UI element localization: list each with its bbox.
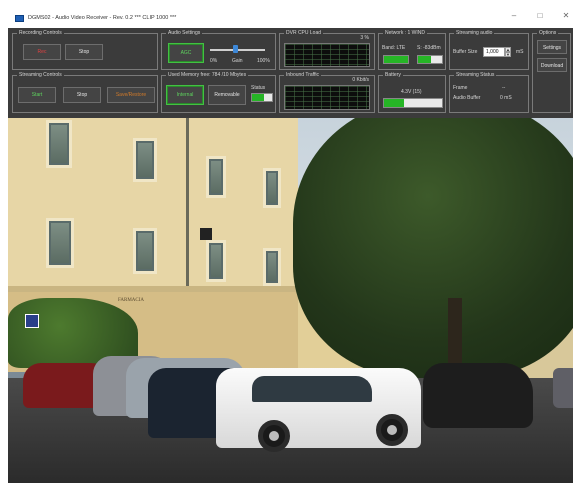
buffer-size-input[interactable]: 1,000 bbox=[483, 47, 505, 57]
audio-buffer-value: 0 mS bbox=[500, 95, 512, 101]
app-icon bbox=[15, 14, 24, 22]
agc-button[interactable]: AGC bbox=[168, 43, 204, 63]
start-streaming-button[interactable]: Start bbox=[18, 87, 56, 103]
streaming-status-group: Streaming Status Frame -- Audio Buffer 0… bbox=[449, 72, 529, 113]
memory-legend: Used Memory free: 784 /10 Mbytes bbox=[166, 72, 249, 79]
street-lamp bbox=[200, 228, 212, 240]
stop-recording-button[interactable]: Stop bbox=[65, 44, 103, 60]
battery-voltage: 4.3V (15) bbox=[401, 89, 422, 95]
video-frame: FARMACIA bbox=[8, 118, 573, 483]
inbound-traffic-group: Inbound Traffic 0 Kbit/s bbox=[279, 72, 375, 113]
network-group: Network : 1 WIND Band: LTE S: -83dBm bbox=[378, 30, 446, 70]
title-bar: DGMS02 - Audio Video Receiver - Rev. 0.2… bbox=[8, 8, 573, 28]
settings-button[interactable]: Settings bbox=[537, 40, 567, 54]
buffer-size-decrement-button[interactable]: ▼ bbox=[505, 52, 511, 57]
download-button[interactable]: Download bbox=[537, 58, 567, 72]
signal-label: S: -83dBm bbox=[417, 45, 441, 51]
streaming-audio-group: Streaming audio Buffer Size 1,000 ▲ ▼ mS bbox=[449, 30, 529, 70]
signal-bar bbox=[417, 55, 443, 64]
cpu-load-legend: DVR CPU Load bbox=[284, 30, 324, 37]
internal-memory-button[interactable]: Internal bbox=[166, 85, 204, 105]
battery-legend: Battery bbox=[383, 72, 403, 79]
save-restore-button[interactable]: Save/Restore bbox=[107, 87, 155, 103]
frame-label: Frame bbox=[453, 85, 468, 91]
band-label: Band: LTE bbox=[382, 45, 406, 51]
inbound-traffic-legend: Inbound Traffic bbox=[284, 72, 321, 79]
rec-button[interactable]: Rec bbox=[23, 44, 61, 60]
cpu-load-group: DVR CPU Load 3 % bbox=[279, 30, 375, 70]
streaming-audio-legend: Streaming audio bbox=[454, 30, 495, 37]
battery-group: Battery 4.3V (15) bbox=[378, 72, 446, 113]
scooter bbox=[423, 363, 533, 428]
buffer-size-unit: mS bbox=[516, 49, 524, 55]
recording-controls-group: Recording Controls Rec Stop bbox=[12, 30, 158, 70]
window-controls: – □ ✕ bbox=[509, 11, 571, 20]
gain-min-label: 0% bbox=[210, 58, 218, 64]
streaming-status-legend: Streaming Status bbox=[454, 72, 497, 79]
cpu-load-graph bbox=[284, 43, 370, 67]
cpu-load-value: 3 % bbox=[360, 35, 369, 41]
stop-streaming-button[interactable]: Stop bbox=[63, 87, 101, 103]
maximize-button[interactable]: □ bbox=[535, 11, 545, 20]
minimize-button[interactable]: – bbox=[509, 11, 519, 20]
memory-status-bar bbox=[251, 93, 273, 102]
streaming-controls-group: Streaming Controls Start Stop Save/Resto… bbox=[12, 72, 158, 113]
streaming-controls-legend: Streaming Controls bbox=[17, 72, 64, 79]
audio-settings-group: Audio Settings AGC 0% Gain 100% bbox=[161, 30, 276, 70]
removable-memory-button[interactable]: Removable bbox=[208, 85, 246, 105]
inbound-traffic-graph bbox=[284, 85, 370, 110]
network-legend: Network : 1 WIND bbox=[383, 30, 428, 37]
close-button[interactable]: ✕ bbox=[561, 11, 571, 20]
memory-status-label: Status bbox=[251, 85, 266, 91]
options-legend: Options bbox=[537, 30, 559, 37]
control-panel: Recording Controls Rec Stop Audio Settin… bbox=[8, 28, 573, 118]
frame-value: -- bbox=[502, 85, 506, 91]
battery-bar bbox=[383, 98, 443, 108]
memory-group: Used Memory free: 784 /10 Mbytes Interna… bbox=[161, 72, 276, 113]
audio-settings-legend: Audio Settings bbox=[166, 30, 203, 37]
tree bbox=[293, 118, 573, 378]
street-sign bbox=[25, 314, 39, 328]
options-group: Options Settings Download bbox=[532, 30, 571, 113]
gain-slider-thumb[interactable] bbox=[232, 45, 238, 53]
audio-buffer-label: Audio Buffer bbox=[453, 95, 481, 101]
window-title: DGMS02 - Audio Video Receiver - Rev. 0.2… bbox=[28, 15, 177, 21]
inbound-traffic-value: 0 Kbit/s bbox=[352, 77, 369, 83]
shop-sign: FARMACIA bbox=[118, 298, 145, 303]
band-bar bbox=[383, 55, 409, 64]
gain-label: Gain bbox=[232, 58, 243, 64]
gain-max-label: 100% bbox=[257, 58, 270, 64]
white-car bbox=[216, 368, 421, 452]
buffer-size-label: Buffer Size bbox=[453, 49, 478, 55]
video-feed[interactable]: FARMACIA bbox=[8, 118, 573, 483]
recording-controls-legend: Recording Controls bbox=[17, 30, 64, 37]
